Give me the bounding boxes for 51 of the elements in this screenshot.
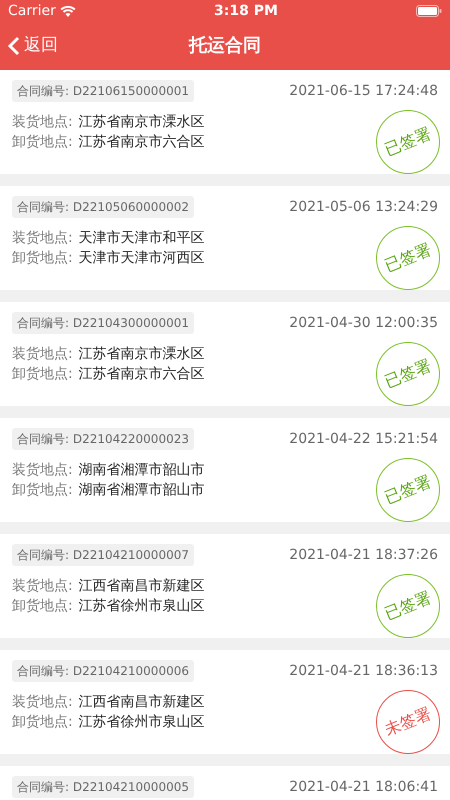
status-stamp: 未签署 bbox=[376, 690, 440, 754]
loading-label: 装货地点: bbox=[12, 462, 73, 478]
chevron-left-icon bbox=[8, 36, 20, 56]
unloading-label: 卸货地点: bbox=[12, 714, 73, 730]
unloading-address: 江苏省徐州市泉山区 bbox=[78, 598, 205, 614]
status-stamp: 已签署 bbox=[376, 342, 440, 406]
loading-address: 江苏省南京市溧水区 bbox=[78, 114, 205, 130]
unloading-address: 江苏省徐州市泉山区 bbox=[78, 714, 205, 730]
contract-number: 合同编号: D22104300000001 bbox=[12, 312, 194, 334]
unloading-label: 卸货地点: bbox=[12, 482, 73, 498]
contract-time: 2021-04-30 12:00:35 bbox=[289, 314, 438, 332]
contract-number: 合同编号: D22104210000006 bbox=[12, 660, 194, 682]
unloading-address: 湖南省湘潭市韶山市 bbox=[78, 482, 205, 498]
loading-address: 天津市天津市和平区 bbox=[78, 230, 205, 246]
status-stamp: 已签署 bbox=[376, 110, 440, 174]
contract-number: 合同编号: D22104220000023 bbox=[12, 428, 194, 450]
unloading-address: 天津市天津市河西区 bbox=[78, 250, 205, 266]
contract-number: 合同编号: D22105060000002 bbox=[12, 196, 194, 218]
wifi-icon bbox=[60, 5, 76, 17]
status-stamp: 已签署 bbox=[376, 458, 440, 522]
loading-address: 江西省南昌市新建区 bbox=[78, 578, 205, 594]
loading-label: 装货地点: bbox=[12, 346, 73, 362]
contract-time: 2021-05-06 13:24:29 bbox=[289, 198, 438, 216]
unloading-label: 卸货地点: bbox=[12, 250, 73, 266]
page-title: 托运合同 bbox=[189, 34, 261, 58]
loading-label: 装货地点: bbox=[12, 578, 73, 594]
contract-number: 合同编号: D22106150000001 bbox=[12, 80, 194, 102]
unloading-label: 卸货地点: bbox=[12, 598, 73, 614]
battery-icon bbox=[416, 5, 442, 17]
contract-time: 2021-04-21 18:06:41 bbox=[289, 778, 438, 796]
unloading-label: 卸货地点: bbox=[12, 134, 73, 150]
back-button[interactable]: 返回 bbox=[0, 33, 66, 59]
loading-label: 装货地点: bbox=[12, 694, 73, 710]
unloading-label: 卸货地点: bbox=[12, 366, 73, 382]
status-stamp: 已签署 bbox=[376, 574, 440, 638]
contract-time: 2021-04-21 18:37:26 bbox=[289, 546, 438, 564]
contract-time: 2021-04-22 15:21:54 bbox=[289, 430, 438, 448]
loading-address: 江苏省南京市溧水区 bbox=[78, 346, 205, 362]
contract-number: 合同编号: D22104210000005 bbox=[12, 776, 194, 798]
status-time: 3:18 PM bbox=[214, 2, 278, 20]
unloading-address: 江苏省南京市六合区 bbox=[78, 134, 205, 150]
loading-label: 装货地点: bbox=[12, 230, 73, 246]
carrier-name: Carrier bbox=[8, 2, 56, 20]
status-stamp: 已签署 bbox=[376, 226, 440, 290]
contract-time: 2021-06-15 17:24:48 bbox=[289, 82, 438, 100]
loading-address: 湖南省湘潭市韶山市 bbox=[78, 462, 205, 478]
loading-address: 江西省南昌市新建区 bbox=[78, 694, 205, 710]
unloading-address: 江苏省南京市六合区 bbox=[78, 366, 205, 382]
contract-time: 2021-04-21 18:36:13 bbox=[289, 662, 438, 680]
loading-label: 装货地点: bbox=[12, 114, 73, 130]
contract-number: 合同编号: D22104210000007 bbox=[12, 544, 194, 566]
